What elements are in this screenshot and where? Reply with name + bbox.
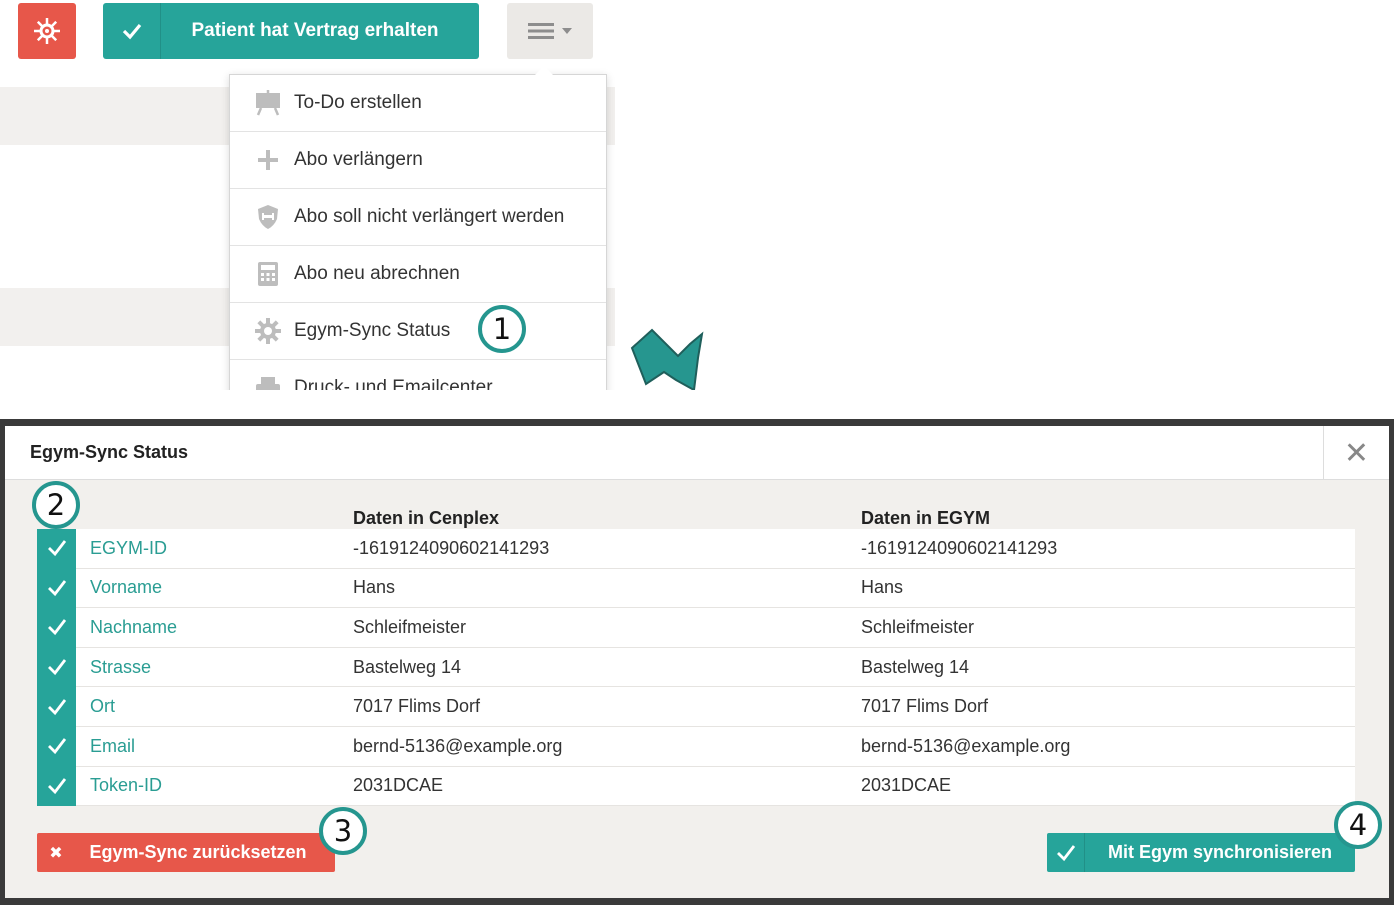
- field-name: Nachname: [90, 616, 178, 637]
- cenplex-value: 2031DCAE: [353, 775, 444, 796]
- printer-icon: [254, 374, 282, 390]
- menu-item-print-center[interactable]: Druck- und Emailcenter: [230, 360, 606, 390]
- close-icon: ✕: [1343, 436, 1370, 470]
- down-right-arrow-icon: [630, 328, 704, 390]
- table-row: EGYM-ID -1619124090602141293 -1619124090…: [37, 528, 1355, 569]
- gear-icon: [254, 317, 282, 345]
- shield-icon: [254, 203, 282, 231]
- close-button[interactable]: ✕: [1323, 426, 1389, 480]
- table-row: Email bernd-5136@example.org bernd-5136@…: [37, 726, 1355, 767]
- cenplex-value: bernd-5136@example.org: [353, 735, 563, 756]
- table-row: Nachname Schleifmeister Schleifmeister: [37, 607, 1355, 648]
- menu-item-label: Abo neu abrechnen: [294, 263, 460, 284]
- check-icon: [37, 726, 76, 767]
- table-row: Vorname Hans Hans: [37, 568, 1355, 609]
- egym-value: 7017 Flims Dorf: [861, 696, 989, 717]
- virus-button[interactable]: [18, 3, 76, 59]
- table-row: Ort 7017 Flims Dorf 7017 Flims Dorf: [37, 686, 1355, 727]
- check-icon: [37, 607, 76, 648]
- plus-icon: [254, 146, 282, 174]
- field-name: Vorname: [90, 577, 163, 598]
- check-icon: [37, 766, 76, 806]
- column-header-egym: Daten in EGYM: [861, 508, 991, 528]
- menu-item-label: Druck- und Emailcenter: [294, 377, 493, 390]
- menu-item-label: Abo verlängern: [294, 149, 423, 170]
- cenplex-value: -1619124090602141293: [353, 537, 550, 558]
- field-name: Strasse: [90, 656, 152, 677]
- egym-value: Schleifmeister: [861, 616, 975, 637]
- table-row: Strasse Bastelweg 14 Bastelweg 14: [37, 647, 1355, 688]
- egym-value: Hans: [861, 577, 904, 598]
- table-row: Token-ID 2031DCAE 2031DCAE: [37, 766, 1355, 807]
- step-badge-1: 1: [478, 305, 526, 353]
- field-name: Ort: [90, 696, 115, 717]
- menu-item-recalculate[interactable]: Abo neu abrechnen: [230, 246, 606, 303]
- menu-button[interactable]: [507, 3, 593, 59]
- egym-value: bernd-5136@example.org: [861, 735, 1071, 756]
- egym-value: Bastelweg 14: [861, 656, 970, 677]
- check-icon: [37, 647, 76, 687]
- contract-received-button[interactable]: Patient hat Vertrag erhalten: [103, 3, 479, 59]
- modal-title: Egym-Sync Status: [30, 442, 189, 462]
- field-name: Token-ID: [90, 775, 163, 796]
- menu-item-extend[interactable]: Abo verlängern: [230, 132, 606, 189]
- egym-sync-modal-frame: Egym-Sync Status ✕ 2 Daten in Cenplex Da…: [0, 419, 1394, 905]
- close-icon: ✖: [49, 844, 63, 862]
- check-icon: [37, 528, 76, 569]
- step-badge-3: 3: [319, 807, 367, 855]
- cenplex-value: Hans: [353, 577, 396, 598]
- cenplex-value: Bastelweg 14: [353, 656, 462, 677]
- cenplex-value: 7017 Flims Dorf: [353, 696, 481, 717]
- column-header-cenplex: Daten in Cenplex: [353, 508, 500, 528]
- hamburger-icon: [528, 23, 554, 39]
- egym-value: 2031DCAE: [861, 775, 952, 796]
- calculator-icon: [254, 260, 282, 288]
- check-icon: [37, 568, 76, 608]
- check-icon: [103, 3, 161, 59]
- field-name: Email: [90, 735, 136, 756]
- menu-item-no-extend[interactable]: Abo soll nicht verlängert werden: [230, 189, 606, 246]
- sync-with-egym-label: Mit Egym synchronisieren: [1107, 842, 1333, 862]
- menu-item-label: To-Do erstellen: [294, 92, 422, 113]
- field-name: EGYM-ID: [90, 537, 168, 558]
- menu-item-label: Egym-Sync Status: [294, 320, 451, 341]
- sync-with-egym-button[interactable]: Mit Egym synchronisieren: [1047, 833, 1355, 872]
- reset-sync-label: Egym-Sync zurücksetzen: [89, 842, 307, 862]
- menu-item-todo[interactable]: To-Do erstellen: [230, 75, 606, 132]
- menu-item-egym-sync[interactable]: Egym-Sync Status: [230, 303, 606, 360]
- top-screen: Patient hat Vertrag erhalten To-Do erste…: [0, 0, 1394, 390]
- egym-sync-modal: Egym-Sync Status ✕ 2 Daten in Cenplex Da…: [5, 426, 1389, 898]
- check-icon: [1047, 833, 1085, 872]
- virus-icon: [34, 18, 60, 44]
- step-badge-4: 4: [1334, 801, 1382, 849]
- menu-item-label: Abo soll nicht verlängert werden: [294, 206, 565, 227]
- modal-header: Egym-Sync Status ✕: [5, 426, 1389, 480]
- reset-sync-button[interactable]: ✖ Egym-Sync zurücksetzen: [37, 833, 335, 872]
- cenplex-value: Schleifmeister: [353, 616, 467, 637]
- egym-value: -1619124090602141293: [861, 537, 1058, 558]
- actions-dropdown: To-Do erstellen Abo verlängern Abo soll …: [229, 66, 607, 390]
- check-icon: [37, 686, 76, 727]
- sync-table: EGYM-ID -1619124090602141293 -1619124090…: [37, 528, 1355, 807]
- caret-down-icon: [562, 28, 572, 34]
- easel-icon: [254, 89, 282, 117]
- contract-button-label: Patient hat Vertrag erhalten: [191, 20, 439, 41]
- step-badge-2: 2: [32, 481, 80, 529]
